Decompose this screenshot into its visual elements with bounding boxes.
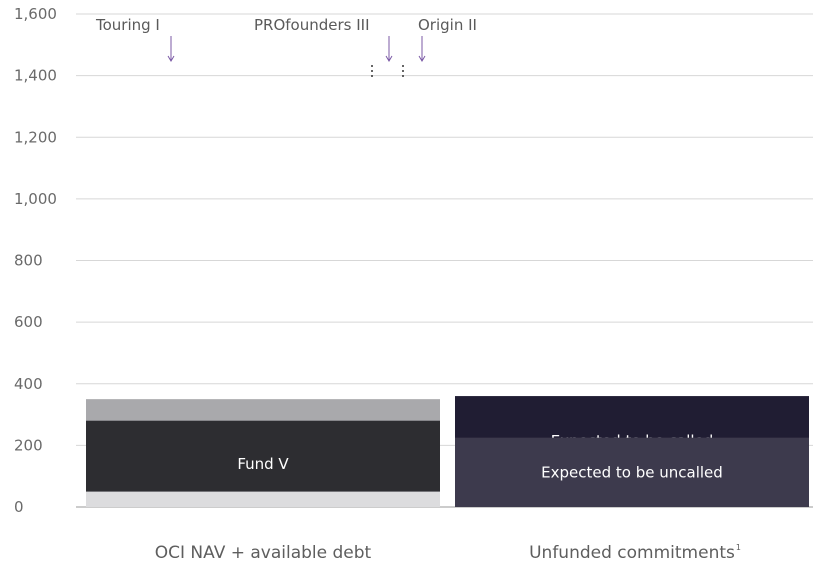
- y-tick-label: 400: [14, 375, 43, 393]
- y-tick-label: 1,400: [14, 67, 57, 85]
- y-tick-label: 1,000: [14, 190, 57, 208]
- segment-label: Expected to be uncalled: [541, 463, 723, 481]
- y-tick-label: 1,600: [14, 5, 57, 23]
- category-label: OCI NAV + available debt: [155, 543, 372, 562]
- category-label: Unfunded commitments: [529, 543, 735, 562]
- bar-segment: [86, 491, 440, 507]
- stacked-bar-chart: 02004006008001,0001,2001,4001,600CashRev…: [14, 5, 813, 562]
- y-tick-label: 0: [14, 498, 24, 516]
- callout-label: PROfounders III: [254, 16, 370, 34]
- y-tick-label: 1,200: [14, 128, 57, 146]
- callout-label: Origin II: [418, 16, 477, 34]
- footnote-marker: 1: [736, 543, 741, 552]
- y-tick-label: 200: [14, 436, 43, 454]
- bar-segment: [86, 505, 440, 507]
- y-tick-label: 600: [14, 313, 43, 331]
- callout-label: Touring I: [95, 16, 160, 34]
- segment-label: Fund V: [237, 455, 289, 473]
- y-tick-label: 800: [14, 252, 43, 270]
